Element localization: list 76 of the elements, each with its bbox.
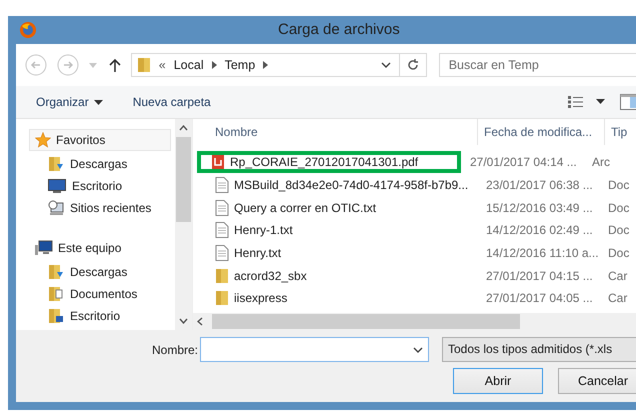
view-options-icon[interactable]	[568, 96, 606, 108]
breadcrumb[interactable]: Local	[174, 58, 204, 72]
type-cell: Doc	[608, 246, 630, 260]
documents-folder-icon	[48, 286, 64, 302]
type-cell: Car	[608, 268, 628, 283]
organize-menu-button[interactable]: Organizar	[34, 92, 105, 112]
folder-icon	[215, 268, 229, 284]
window-title: Carga de archivos	[278, 21, 400, 38]
downloads-folder-icon	[48, 264, 64, 280]
file-name-cell[interactable]: Query a correr en OTIC.txt	[211, 196, 477, 219]
sidebar-item[interactable]: Sitios recientes	[16, 197, 175, 219]
date-cell-text: 14/12/2016 02:49 ...	[485, 223, 594, 238]
date-cell-text: 14/12/2016 11:10 a...	[485, 246, 600, 260]
sidebar-item[interactable]: Este equipo	[29, 237, 171, 259]
horizontal-scrollbar[interactable]	[193, 313, 636, 330]
open-button[interactable]: Abrir	[453, 368, 543, 394]
file-type-dropdown[interactable]: Todos los tipos admitidos (*.xls	[442, 337, 636, 362]
desktop-icon	[48, 179, 66, 193]
sidebar-item[interactable]: Escritorio	[16, 305, 175, 327]
text-file-icon	[215, 177, 229, 194]
star-icon	[35, 132, 51, 148]
sidebar-item[interactable]: Favoritos	[29, 129, 171, 151]
address-bar[interactable]: « Local Temp	[130, 53, 427, 77]
pdf-file-icon	[211, 154, 225, 170]
scroll-up-icon[interactable]	[179, 125, 188, 131]
folder-icon	[215, 290, 229, 306]
type-cell: Doc	[608, 223, 630, 238]
date-cell-text: 27/01/2017 04:05 ...	[485, 291, 594, 306]
text-file-icon	[215, 200, 229, 216]
file-name-cell[interactable]: MSBuild_8d34e2e0-74d0-4174-958f-b7b9...	[211, 174, 477, 196]
browser-logo-icon	[19, 21, 37, 39]
file-name-cell[interactable]: Rp_CORAIE_27012017041301.pdf	[197, 151, 461, 174]
scroll-left-icon[interactable]	[197, 317, 203, 326]
caret-icon	[94, 100, 103, 104]
search-field[interactable]: Buscar en Temp	[438, 53, 636, 77]
type-cell: Doc	[608, 178, 630, 192]
type-cell: Car	[608, 291, 628, 306]
preview-pane-icon[interactable]	[620, 94, 636, 110]
file-name-cell[interactable]: acrord32_sbx	[211, 264, 477, 287]
file-name-cell[interactable]: Henry-1.txt	[211, 219, 477, 242]
sidebar-item[interactable]: Descargas	[16, 153, 175, 175]
recent-places-icon	[48, 200, 64, 216]
column-header[interactable]: Nombre	[193, 119, 478, 145]
new-folder-button[interactable]: Nueva carpeta	[130, 92, 213, 112]
breadcrumb[interactable]: Temp	[224, 58, 256, 72]
chevron-right-icon[interactable]	[263, 61, 268, 69]
file-name-label: Nombre:	[150, 342, 199, 356]
computer-icon	[35, 240, 53, 256]
file-name-cell[interactable]: iisexpress	[211, 287, 477, 310]
file-name-field[interactable]	[200, 337, 429, 362]
downloads-folder-icon	[48, 156, 64, 172]
type-cell: Doc	[608, 200, 630, 215]
refresh-icon	[406, 59, 419, 71]
file-name-cell[interactable]: Henry.txt	[211, 242, 477, 264]
column-header[interactable]: Tip	[605, 125, 628, 139]
cancel-button[interactable]: Cancelar	[558, 368, 636, 394]
scroll-down-icon[interactable]	[179, 318, 188, 324]
sidebar-item[interactable]: Descargas	[16, 261, 175, 283]
desktop-folder-icon	[48, 308, 64, 324]
type-cell: Arc	[592, 155, 610, 170]
folder-icon	[136, 57, 151, 73]
sidebar-item[interactable]: Documentos	[16, 283, 175, 305]
overflow-chevron[interactable]: «	[158, 58, 166, 72]
date-cell-text: 15/12/2016 03:49 ...	[485, 200, 594, 215]
chevron-right-icon[interactable]	[212, 61, 217, 69]
text-file-icon	[215, 245, 229, 262]
dropdown-caret-icon[interactable]	[380, 62, 391, 68]
vertical-scrollbar[interactable]	[175, 119, 192, 330]
date-cell-text: 27/01/2017 04:15 ...	[485, 268, 594, 283]
sidebar-item[interactable]: Escritorio	[16, 175, 175, 197]
up-arrow-icon[interactable]	[108, 58, 121, 72]
column-header[interactable]: Fecha de modifica...	[478, 119, 605, 145]
dropdown-caret-icon[interactable]	[413, 346, 423, 352]
text-file-icon	[215, 222, 229, 238]
date-cell-text: 27/01/2017 04:14 ...	[469, 155, 578, 170]
date-cell-text: 23/01/2017 06:38 ...	[485, 178, 594, 192]
